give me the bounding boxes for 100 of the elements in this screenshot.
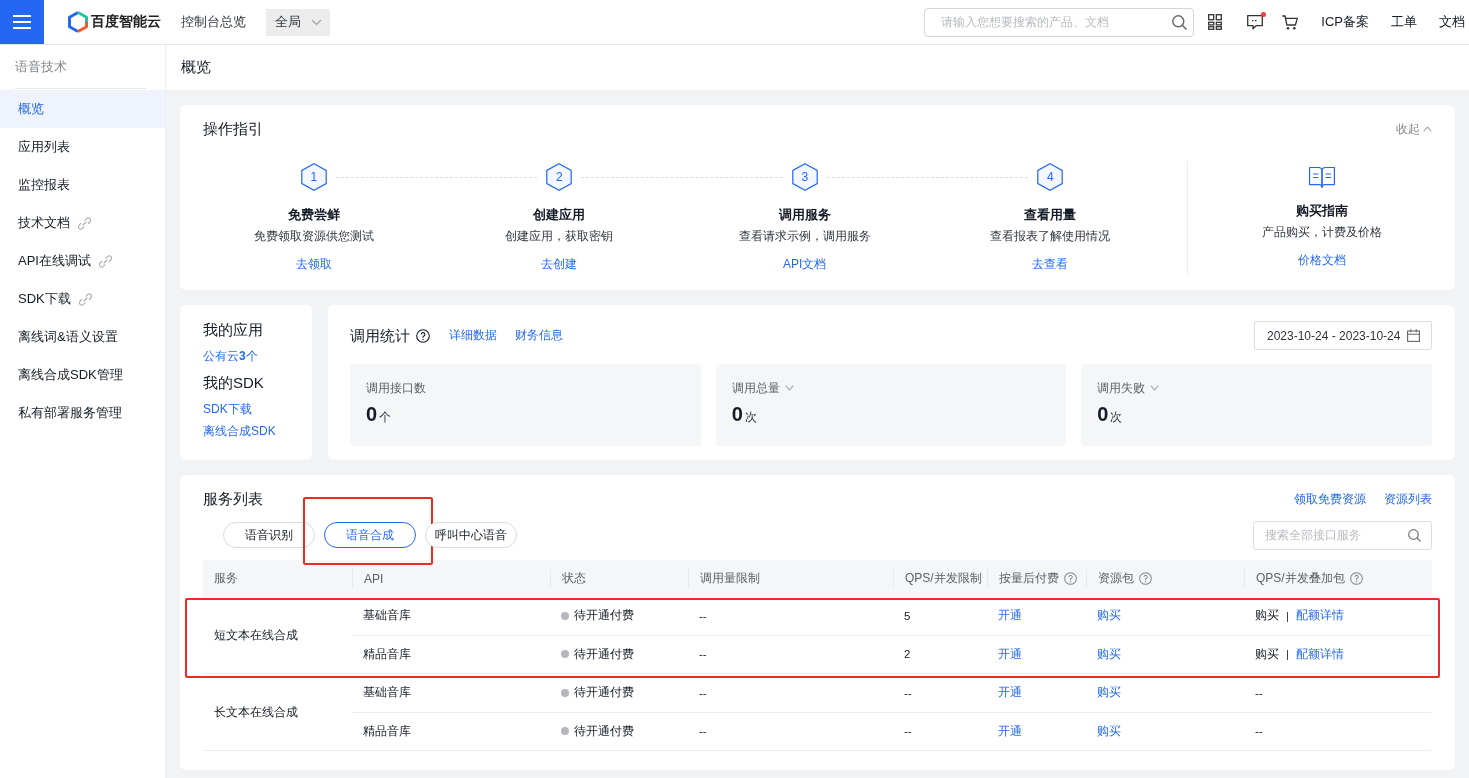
sidebar-item[interactable]: 离线合成SDK管理 — [0, 356, 165, 394]
separator-text: | — [1286, 648, 1289, 661]
stat-unit: 次 — [1110, 409, 1123, 426]
sidebar-item[interactable]: 应用列表 — [0, 128, 165, 166]
stat-value: 0 — [366, 402, 378, 426]
step-description: 查看请求示例，调用服务 — [738, 228, 871, 245]
status-dot-icon — [561, 727, 569, 736]
sidebar-item[interactable]: 私有部署服务管理 — [0, 394, 165, 432]
grid-icon[interactable] — [1208, 14, 1223, 30]
table-text: 购买 — [1255, 646, 1279, 662]
sdk-link[interactable]: SDK下载 — [203, 400, 252, 418]
cart-icon[interactable] — [1282, 14, 1299, 30]
step-link[interactable]: 价格文档 — [1297, 251, 1346, 269]
sdk-link[interactable]: 离线合成SDK — [203, 422, 276, 440]
table-link[interactable]: 购买 — [1097, 646, 1121, 662]
step-link[interactable]: 去查看 — [1032, 255, 1069, 273]
sidebar-title: 语音技术 — [14, 58, 68, 76]
search-field[interactable]: 请输入您想要搜索的产品、文档 — [924, 7, 1195, 37]
chevron-down-icon — [311, 18, 322, 26]
column-header: QPS/并发限制 — [905, 570, 982, 587]
sidebar-item[interactable]: 监控报表 — [0, 166, 165, 204]
table-cell: -- — [688, 712, 893, 751]
sidebar-item[interactable]: 技术文档 — [0, 204, 165, 242]
help-icon[interactable] — [416, 328, 430, 343]
column-header: 服务 — [214, 570, 238, 587]
step-link[interactable]: 去创建 — [541, 255, 578, 273]
table-link[interactable]: 配额详情 — [1296, 646, 1344, 662]
table-link[interactable]: 购买 — [1097, 608, 1121, 624]
apps-link[interactable]: 公有云3个 — [203, 347, 258, 365]
top-nav-link[interactable]: 文档 — [1439, 13, 1465, 31]
collapse-button[interactable]: 收起 — [1396, 120, 1432, 138]
sidebar-item[interactable]: 概览 — [0, 90, 165, 128]
step-title: 调用服务 — [778, 206, 831, 224]
stat-label: 调用接口数 — [366, 380, 426, 397]
table-cell: -- — [688, 635, 893, 674]
table-cell: 5 — [893, 597, 987, 636]
step-description: 产品购买，计费及价格 — [1261, 224, 1382, 241]
step-title: 购买指南 — [1295, 202, 1348, 220]
column-header: API — [364, 571, 384, 586]
stat-value: 0 — [1097, 402, 1109, 426]
table-link[interactable]: 配额详情 — [1296, 608, 1344, 624]
tab[interactable]: 呼叫中心语音 — [425, 522, 517, 548]
book-icon — [1308, 166, 1335, 188]
step-badge: 2 — [546, 163, 573, 191]
card-title: 调用统计 — [350, 325, 410, 346]
menu-button[interactable] — [0, 0, 44, 44]
step-link[interactable]: 去领取 — [295, 255, 332, 273]
search-field[interactable]: 搜索全部接口服务 — [1253, 520, 1432, 550]
stat-value: 0 — [731, 402, 743, 426]
table-cell: 2 — [893, 635, 987, 674]
chat-icon[interactable] — [1247, 14, 1264, 30]
step-description: 查看报表了解使用情况 — [990, 228, 1111, 245]
table-cell: -- — [893, 674, 987, 713]
chevron-up-icon — [1423, 126, 1432, 132]
menu-icon — [13, 15, 31, 29]
sidebar-item[interactable]: API在线调试 — [0, 242, 165, 280]
column-header: 状态 — [562, 570, 586, 587]
table-link[interactable]: 开通 — [998, 685, 1022, 701]
stat-unit: 次 — [744, 409, 757, 426]
top-nav-link[interactable]: ICP备案 — [1321, 13, 1369, 31]
status-dot-icon — [561, 650, 569, 659]
tab[interactable]: 语音合成 — [324, 522, 416, 548]
stat-label: 调用失败 — [1097, 380, 1146, 397]
table-cell: -- — [688, 597, 893, 636]
page-title: 概览 — [181, 58, 211, 77]
table-cell: -- — [688, 674, 893, 713]
table-cell: -- — [893, 712, 987, 751]
table-link[interactable]: 购买 — [1097, 723, 1121, 739]
stats-link[interactable]: 详细数据 — [449, 327, 497, 344]
status-text: 待开通付费 — [574, 723, 634, 739]
region-dropdown[interactable]: 全局 — [266, 8, 330, 36]
search-icon — [1408, 528, 1421, 542]
step-description: 创建应用，获取密钥 — [505, 228, 614, 245]
tab[interactable]: 语音识别 — [223, 522, 315, 548]
status-text: 待开通付费 — [574, 646, 634, 662]
table-link[interactable]: 开通 — [998, 723, 1022, 739]
sidebar-item[interactable]: SDK下载 — [0, 280, 165, 318]
table-cell: 长文本在线合成 — [203, 674, 352, 751]
status-dot-icon — [561, 688, 569, 697]
table-cell: 精品音库 — [352, 712, 550, 751]
step-title: 免费尝鲜 — [287, 206, 340, 224]
sidebar-item[interactable]: 离线词&语义设置 — [0, 318, 165, 356]
card-title: 操作指引 — [203, 119, 263, 139]
console-link[interactable]: 控制台总览 — [181, 13, 246, 31]
table-link[interactable]: 购买 — [1097, 685, 1121, 701]
table-link[interactable]: 开通 — [998, 646, 1022, 662]
step-badge: 3 — [791, 163, 818, 191]
date-range-field[interactable]: 2023-10-24 - 2023-10-24 — [1254, 321, 1432, 350]
resource-link[interactable]: 资源列表 — [1384, 490, 1432, 508]
table-link[interactable]: 开通 — [998, 608, 1022, 624]
stats-link[interactable]: 财务信息 — [515, 327, 563, 344]
step-link[interactable]: API文档 — [783, 255, 827, 273]
card-title: 我的应用 — [203, 320, 263, 340]
table-text: 购买 — [1255, 608, 1279, 624]
table-cell: 精品音库 — [352, 635, 550, 674]
top-nav-link[interactable]: 工单 — [1391, 13, 1417, 31]
status-dot-icon — [561, 611, 569, 620]
resource-link[interactable]: 领取免费资源 — [1294, 490, 1366, 508]
stat-unit: 个 — [379, 409, 392, 426]
search-icon — [1172, 14, 1188, 30]
